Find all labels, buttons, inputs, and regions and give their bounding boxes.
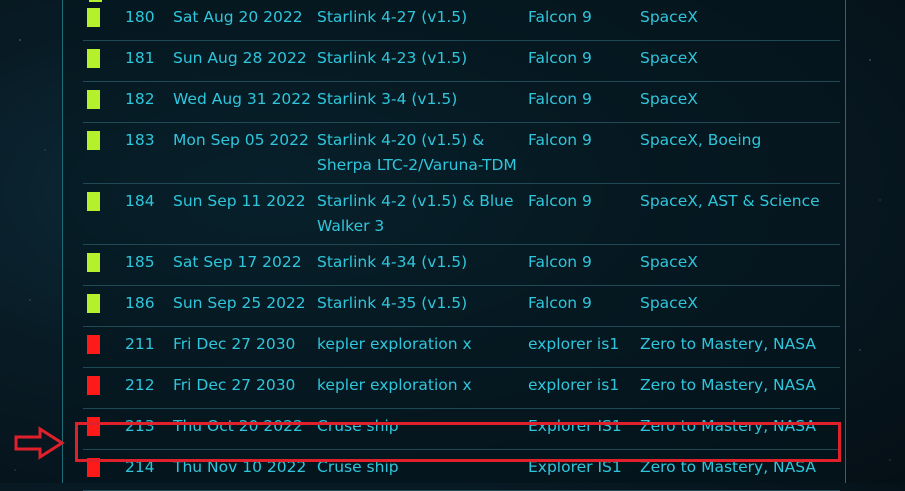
rocket-name: Falcon 9 — [528, 81, 640, 123]
launch-date: Fri Dec 27 2030 — [173, 326, 317, 368]
mission-name: Starlink 4-23 (v1.5) — [317, 40, 528, 82]
rocket-name: explorer is1 — [528, 326, 640, 368]
flight-number: 211 — [125, 326, 173, 368]
launch-row: 182 Wed Aug 31 2022 Starlink 3-4 (v1.5) Fal… — [83, 81, 840, 123]
status-success-indicator — [87, 49, 100, 68]
status-success-indicator — [87, 294, 100, 313]
launch-row: 212 Fri Dec 27 2030 kepler exploration x ex… — [83, 367, 840, 409]
rocket-name: Falcon 9 — [528, 183, 640, 245]
flight-number: 180 — [125, 0, 173, 41]
status-success-indicator — [87, 192, 100, 211]
mission-name: Starlink 4-35 (v1.5) — [317, 285, 528, 327]
rocket-name: Falcon 9 — [528, 285, 640, 327]
customers: Zero to Mastery, NASA — [640, 326, 840, 368]
launch-date: Sat Aug 20 2022 — [173, 0, 317, 41]
customers: SpaceX — [640, 81, 840, 123]
status-cell — [83, 183, 125, 245]
mission-name: Starlink 4-20 (v1.5) & Sherpa LTC-2/Varu… — [317, 122, 528, 184]
mission-name: Starlink 4-34 (v1.5) — [317, 244, 528, 286]
launch-row: 183 Mon Sep 05 2022 Starlink 4-20 (v1.5) &… — [83, 122, 840, 184]
launch-row: 186 Sun Sep 25 2022 Starlink 4-35 (v1.5) Fa… — [83, 285, 840, 327]
mission-name: Starlink 4-27 (v1.5) — [317, 0, 528, 41]
highlighted-row-box — [75, 422, 841, 462]
status-success-indicator — [87, 90, 100, 109]
launch-date: Sun Sep 25 2022 — [173, 285, 317, 327]
customers: SpaceX, AST & Science — [640, 183, 840, 245]
customers: SpaceX — [640, 285, 840, 327]
launch-rows: 180 Sat Aug 20 2022 Starlink 4-27 (v1.5) Fa… — [83, 0, 840, 491]
mission-name: kepler exploration x — [317, 326, 528, 368]
launch-date: Sun Aug 28 2022 — [173, 40, 317, 82]
status-cell — [83, 122, 125, 184]
right-arrow-icon — [14, 426, 65, 460]
launch-row: 185 Sat Sep 17 2022 Starlink 4-34 (v1.5) Fa… — [83, 244, 840, 286]
flight-number: 186 — [125, 285, 173, 327]
flight-number: 184 — [125, 183, 173, 245]
launch-row: 184 Sun Sep 11 2022 Starlink 4-2 (v1.5) & … — [83, 183, 840, 245]
launch-history-table: 180 Sat Aug 20 2022 Starlink 4-27 (v1.5) Fa… — [83, 0, 840, 491]
status-cell — [83, 0, 125, 41]
status-cell — [83, 367, 125, 409]
launch-date: Sun Sep 11 2022 — [173, 183, 317, 245]
launch-history-panel: 180 Sat Aug 20 2022 Starlink 4-27 (v1.5) Fa… — [62, 0, 846, 491]
flight-number: 212 — [125, 367, 173, 409]
rocket-name: Falcon 9 — [528, 244, 640, 286]
rocket-name: Falcon 9 — [528, 40, 640, 82]
rocket-name: Falcon 9 — [528, 122, 640, 184]
launch-row: 211 Fri Dec 27 2030 kepler exploration x ex… — [83, 326, 840, 368]
launch-row: 181 Sun Aug 28 2022 Starlink 4-23 (v1.5) Fa… — [83, 40, 840, 82]
flight-number: 183 — [125, 122, 173, 184]
customers: SpaceX — [640, 40, 840, 82]
launch-date: Wed Aug 31 2022 — [173, 81, 317, 123]
status-success-indicator — [87, 253, 100, 272]
status-failure-indicator — [87, 376, 100, 395]
launch-date: Fri Dec 27 2030 — [173, 367, 317, 409]
flight-number: 181 — [125, 40, 173, 82]
customers: SpaceX — [640, 0, 840, 41]
customers: Zero to Mastery, NASA — [640, 367, 840, 409]
status-failure-indicator — [87, 335, 100, 354]
rocket-name: explorer is1 — [528, 367, 640, 409]
mission-name: Starlink 4-2 (v1.5) & Blue Walker 3 — [317, 183, 528, 245]
status-cell — [83, 81, 125, 123]
customers: SpaceX — [640, 244, 840, 286]
flight-number: 185 — [125, 244, 173, 286]
launch-row: 180 Sat Aug 20 2022 Starlink 4-27 (v1.5) Fa… — [83, 0, 840, 41]
launch-date: Mon Sep 05 2022 — [173, 122, 317, 184]
status-success-indicator — [87, 8, 100, 27]
flight-number: 182 — [125, 81, 173, 123]
launch-date: Sat Sep 17 2022 — [173, 244, 317, 286]
mission-name: kepler exploration x — [317, 367, 528, 409]
status-cell — [83, 285, 125, 327]
status-cell — [83, 244, 125, 286]
status-success-indicator — [87, 131, 100, 150]
status-cell — [83, 326, 125, 368]
status-cell — [83, 40, 125, 82]
mission-name: Starlink 3-4 (v1.5) — [317, 81, 528, 123]
rocket-name: Falcon 9 — [528, 0, 640, 41]
customers: SpaceX, Boeing — [640, 122, 840, 184]
